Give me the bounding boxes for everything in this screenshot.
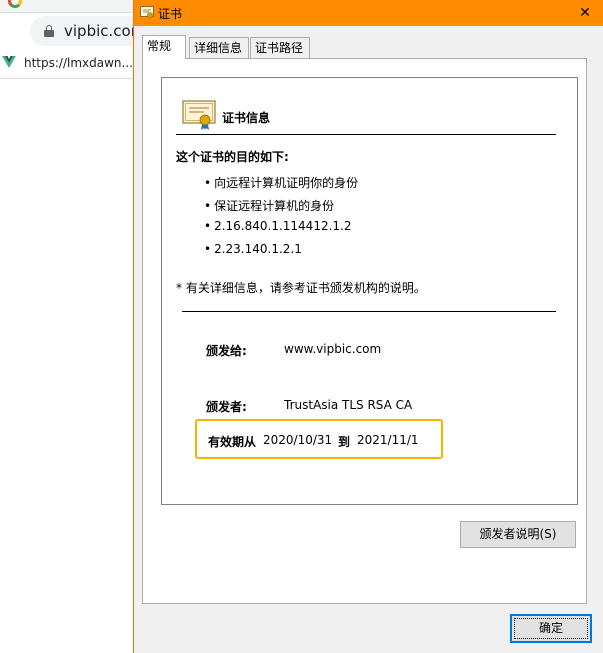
tab-general[interactable]: 常规 bbox=[142, 35, 186, 59]
close-button[interactable]: ✕ bbox=[571, 1, 599, 25]
lock-icon[interactable] bbox=[44, 25, 54, 37]
ok-button[interactable]: 确定 bbox=[510, 614, 592, 643]
valid-to-label: 到 bbox=[338, 435, 351, 449]
dialog-title: 证书 bbox=[158, 7, 183, 21]
certificate-icon bbox=[140, 6, 154, 18]
list-item: 保证远程计算机的身份 bbox=[204, 197, 358, 220]
vue-icon bbox=[2, 56, 16, 68]
issued-to-value: www.vipbic.com bbox=[284, 342, 382, 356]
info-heading: 证书信息 bbox=[222, 111, 271, 125]
google-icon bbox=[8, 0, 22, 8]
list-item: 2.23.140.1.2.1 bbox=[204, 242, 358, 265]
tab-details[interactable]: 详细信息 bbox=[189, 37, 249, 58]
issued-by-label: 颁发者: bbox=[206, 400, 247, 414]
certificate-dialog: 证书 ✕ 常规 详细信息 证书路径 证书信息 这个证书的目的如下: 向远程计算机… bbox=[133, 0, 603, 653]
browser-tab-strip bbox=[0, 0, 140, 13]
list-item: 2.16.840.1.114412.1.2 bbox=[204, 219, 358, 242]
address-bar[interactable]: vipbic.com bbox=[30, 16, 150, 46]
valid-from-label: 有效期从 bbox=[208, 435, 257, 449]
info-note: * 有关详细信息，请参考证书颁发机构的说明。 bbox=[176, 281, 426, 295]
validity-highlight: 有效期从 2020/10/31 到 2021/11/1 bbox=[195, 419, 443, 459]
title-bar[interactable]: 证书 ✕ bbox=[134, 0, 603, 26]
issuer-statement-button[interactable]: 颁发者说明(S) bbox=[460, 521, 576, 548]
bookmark-item[interactable]: https://lmxdawn.... bbox=[24, 56, 137, 70]
purpose-heading: 这个证书的目的如下: bbox=[176, 150, 289, 164]
general-tab-panel: 证书信息 这个证书的目的如下: 向远程计算机证明你的身份 保证远程计算机的身份 … bbox=[142, 58, 587, 604]
tab-certification-path[interactable]: 证书路径 bbox=[250, 37, 310, 58]
issued-to-label: 颁发给: bbox=[206, 344, 247, 358]
valid-from-value: 2020/10/31 bbox=[263, 433, 333, 447]
certificate-info-box: 证书信息 这个证书的目的如下: 向远程计算机证明你的身份 保证远程计算机的身份 … bbox=[161, 77, 578, 505]
certificate-icon bbox=[182, 100, 216, 130]
purpose-list: 向远程计算机证明你的身份 保证远程计算机的身份 2.16.840.1.11441… bbox=[204, 174, 358, 264]
valid-to-value: 2021/11/1 bbox=[357, 433, 419, 447]
divider bbox=[176, 134, 556, 135]
bookmark-bar: https://lmxdawn.... bbox=[0, 52, 140, 74]
browser-divider bbox=[0, 78, 140, 79]
list-item: 向远程计算机证明你的身份 bbox=[204, 174, 358, 197]
issued-by-value: TrustAsia TLS RSA CA bbox=[284, 398, 413, 412]
close-icon: ✕ bbox=[579, 5, 591, 21]
divider bbox=[182, 311, 556, 312]
